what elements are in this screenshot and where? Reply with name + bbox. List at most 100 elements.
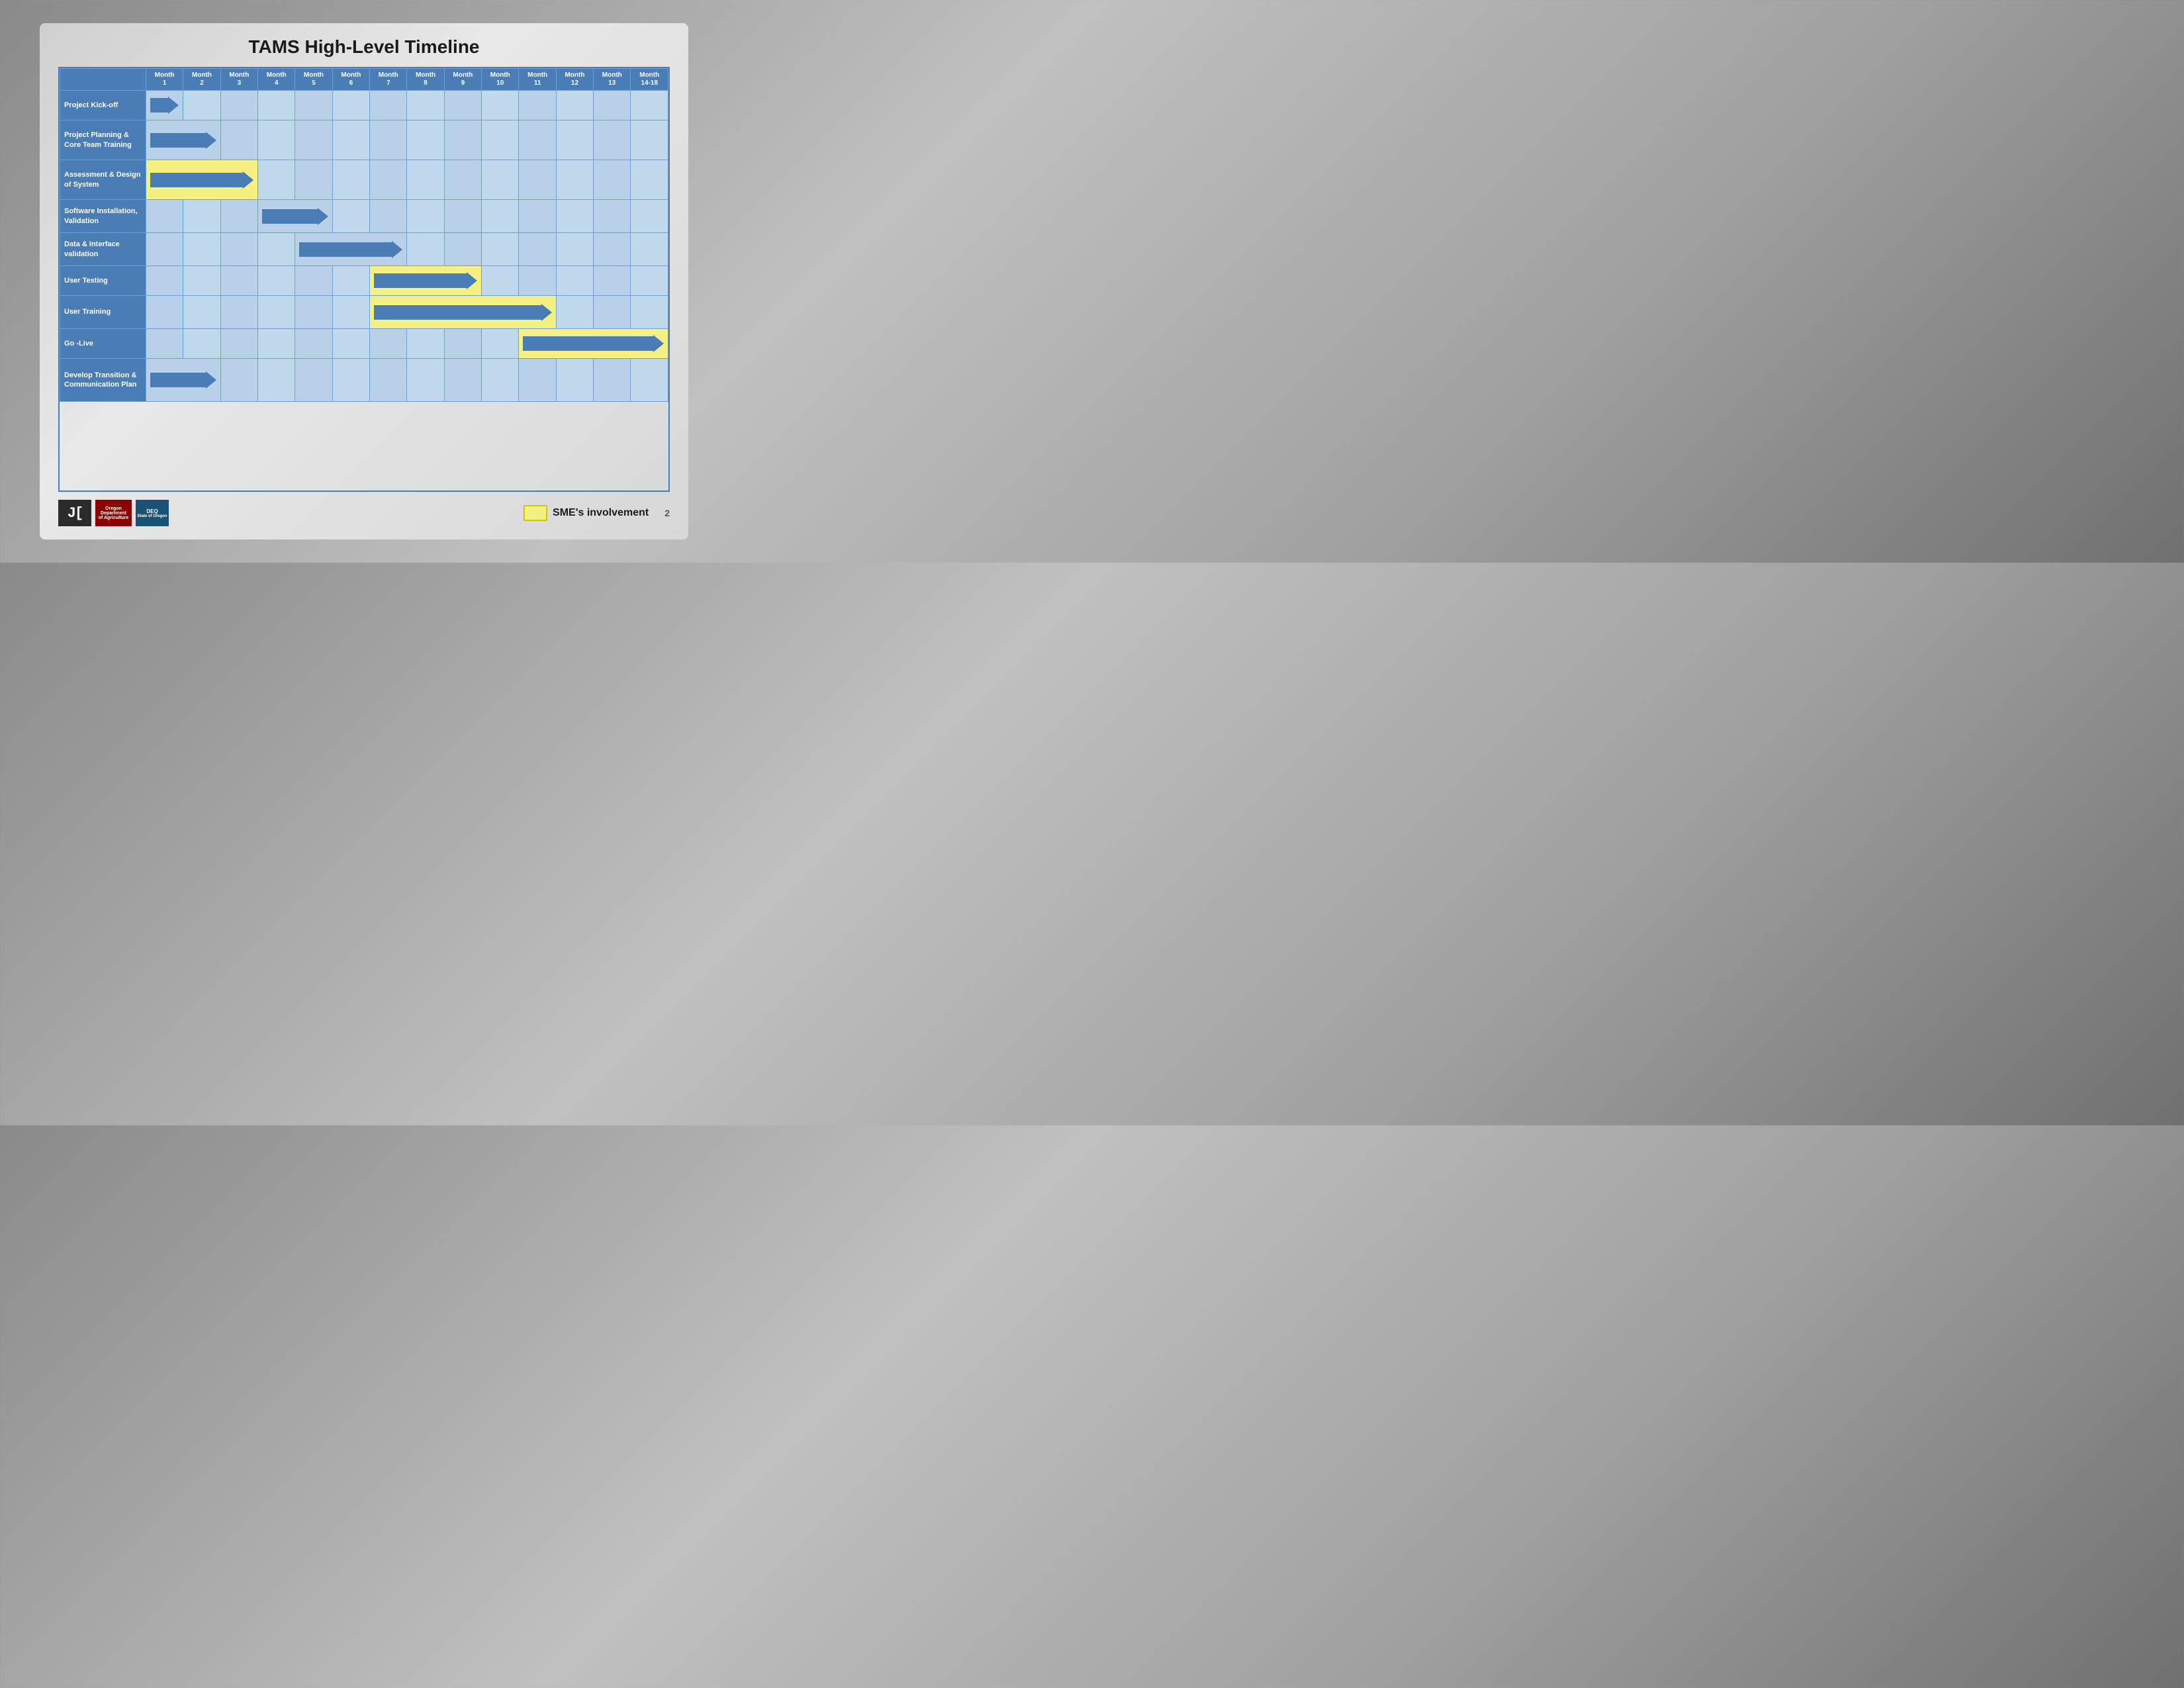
empty-cell <box>482 120 519 160</box>
empty-cell <box>332 91 369 120</box>
empty-cell <box>370 91 407 120</box>
arrow-cell <box>146 120 221 160</box>
col-month4: Month4 <box>258 69 295 91</box>
empty-cell <box>482 233 519 266</box>
empty-cell <box>519 91 556 120</box>
empty-cell <box>407 160 444 200</box>
empty-cell <box>631 233 668 266</box>
empty-cell <box>444 359 481 402</box>
task-label: Software Installation, Validation <box>60 200 146 233</box>
empty-cell <box>594 359 631 402</box>
empty-cell <box>631 359 668 402</box>
empty-cell <box>332 296 369 329</box>
arrow-cell <box>146 91 183 120</box>
empty-cell <box>220 200 257 233</box>
logos: J[ Oregon Department of Agriculture DEQ … <box>58 500 169 526</box>
empty-cell <box>407 233 444 266</box>
empty-cell <box>258 233 295 266</box>
table-row: Assessment & Design of System <box>60 160 668 200</box>
empty-cell <box>631 91 668 120</box>
empty-cell <box>183 91 220 120</box>
footer: J[ Oregon Department of Agriculture DEQ … <box>58 497 670 529</box>
col-month6: Month6 <box>332 69 369 91</box>
empty-cell <box>556 160 593 200</box>
empty-cell <box>631 200 668 233</box>
empty-cell <box>482 329 519 359</box>
empty-cell <box>556 359 593 402</box>
arrow-cell <box>146 160 258 200</box>
table-row: User Training <box>60 296 668 329</box>
empty-cell <box>407 91 444 120</box>
empty-cell <box>482 200 519 233</box>
empty-cell <box>594 233 631 266</box>
col-month10: Month10 <box>482 69 519 91</box>
empty-cell <box>370 359 407 402</box>
empty-cell <box>519 233 556 266</box>
col-month5: Month5 <box>295 69 332 91</box>
empty-cell <box>332 200 369 233</box>
empty-cell <box>370 160 407 200</box>
empty-cell <box>556 233 593 266</box>
empty-cell <box>594 296 631 329</box>
col-month1: Month1 <box>146 69 183 91</box>
task-label: Data & Interface validation <box>60 233 146 266</box>
empty-cell <box>444 91 481 120</box>
empty-cell <box>258 120 295 160</box>
empty-cell <box>183 233 220 266</box>
empty-cell <box>519 160 556 200</box>
empty-cell <box>594 160 631 200</box>
col-month2: Month2 <box>183 69 220 91</box>
empty-cell <box>146 296 183 329</box>
empty-cell <box>407 120 444 160</box>
empty-cell <box>370 329 407 359</box>
legend: SME's involvement 2 <box>523 505 670 521</box>
empty-cell <box>556 200 593 233</box>
empty-cell <box>220 296 257 329</box>
empty-cell <box>258 91 295 120</box>
page-number: 2 <box>664 508 670 518</box>
empty-cell <box>631 160 668 200</box>
empty-cell <box>370 120 407 160</box>
empty-cell <box>258 329 295 359</box>
col-month9: Month9 <box>444 69 481 91</box>
empty-cell <box>220 329 257 359</box>
empty-cell <box>146 329 183 359</box>
task-label: Go -Live <box>60 329 146 359</box>
empty-cell <box>594 120 631 160</box>
arrow-cell <box>370 266 482 296</box>
legend-color-box <box>523 505 547 521</box>
task-label: Develop Transition & Communication Plan <box>60 359 146 402</box>
empty-cell <box>146 233 183 266</box>
table-row: Go -Live <box>60 329 668 359</box>
slide-title: TAMS High-Level Timeline <box>58 36 670 58</box>
task-label: User Testing <box>60 266 146 296</box>
empty-cell <box>332 359 369 402</box>
empty-cell <box>444 160 481 200</box>
empty-cell <box>556 296 593 329</box>
empty-cell <box>370 200 407 233</box>
header-row: Month1 Month2 Month3 Month4 Month5 Month… <box>60 69 668 91</box>
logo-main: J[ <box>58 500 91 526</box>
task-label: Project Kick-off <box>60 91 146 120</box>
table-row: Project Planning & Core Team Training <box>60 120 668 160</box>
task-header <box>60 69 146 91</box>
task-label: Project Planning & Core Team Training <box>60 120 146 160</box>
logo-oregon: Oregon Department of Agriculture <box>95 500 132 526</box>
slide: TAMS High-Level Timeline Month1 Month2 M… <box>40 23 688 539</box>
empty-cell <box>183 296 220 329</box>
logo-deo: DEQ State of Oregon <box>136 500 169 526</box>
empty-cell <box>482 266 519 296</box>
empty-cell <box>295 329 332 359</box>
empty-cell <box>183 266 220 296</box>
empty-cell <box>444 329 481 359</box>
empty-cell <box>631 120 668 160</box>
table-row: Software Installation, Validation <box>60 200 668 233</box>
empty-cell <box>519 359 556 402</box>
empty-cell <box>258 296 295 329</box>
empty-cell <box>482 160 519 200</box>
empty-cell <box>631 296 668 329</box>
empty-cell <box>146 200 183 233</box>
empty-cell <box>556 266 593 296</box>
empty-cell <box>258 359 295 402</box>
gantt-table: Month1 Month2 Month3 Month4 Month5 Month… <box>60 68 668 402</box>
